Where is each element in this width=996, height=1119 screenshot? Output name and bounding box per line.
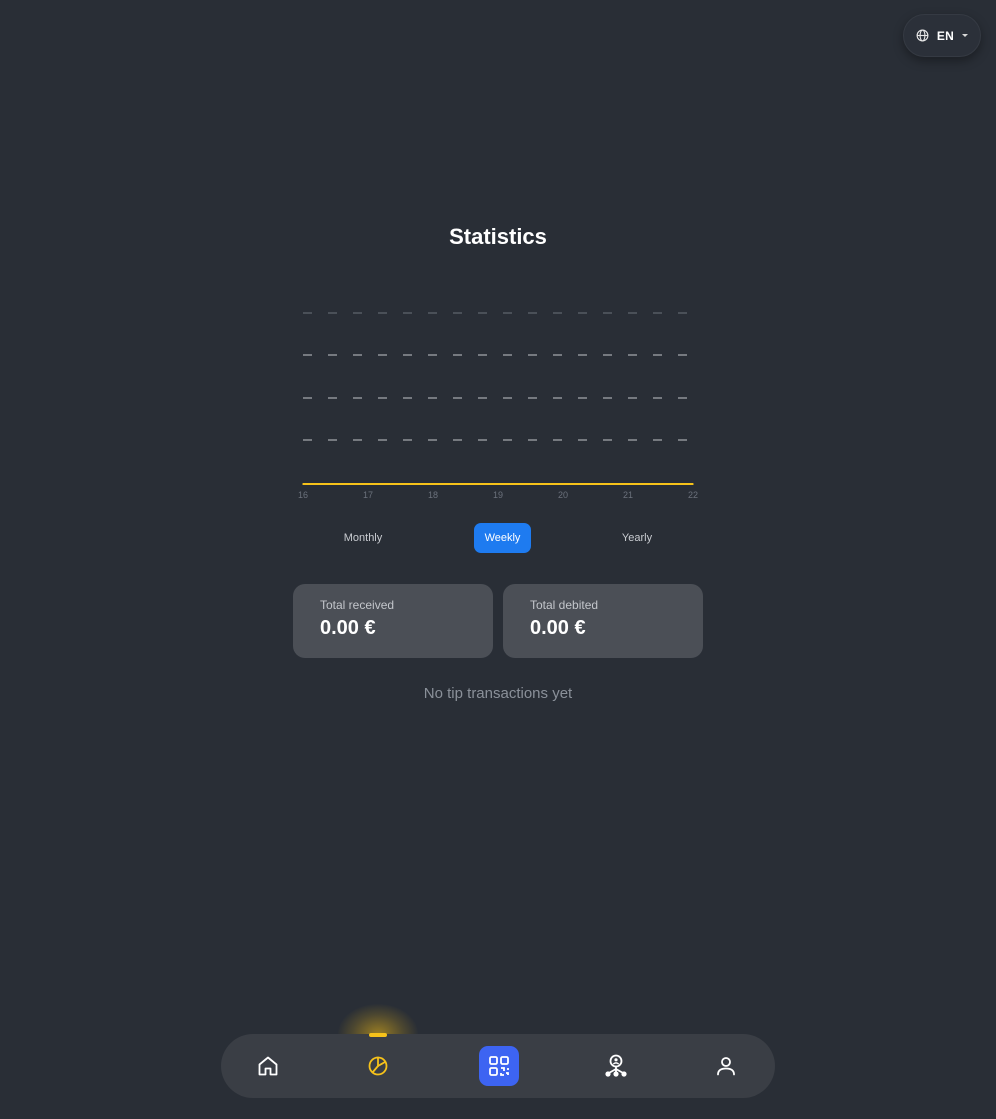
total-debited-label: Total debited xyxy=(530,598,599,612)
x-tick-label: 18 xyxy=(428,490,438,500)
caret-down-icon xyxy=(962,34,969,37)
chart-x-ticks: 16 17 18 19 20 21 22 xyxy=(298,490,698,500)
x-tick-label: 22 xyxy=(688,490,698,500)
statistics-page: EN Statistics 16 17 18 19 20 21 22 Monthly Wee… xyxy=(0,0,996,1119)
home-icon xyxy=(258,1056,278,1076)
total-received-card: Total received 0.00 € xyxy=(293,584,493,658)
empty-state-message: No tip transactions yet xyxy=(423,685,573,702)
chart-series xyxy=(302,483,694,485)
page-title: Statistics xyxy=(449,224,547,249)
nav-statistics[interactable] xyxy=(358,1046,398,1086)
pie-chart-icon xyxy=(368,1056,388,1076)
data-point xyxy=(562,483,564,485)
x-tick-label: 20 xyxy=(558,490,568,500)
data-point xyxy=(367,483,369,485)
tab-yearly[interactable]: Yearly xyxy=(604,523,670,553)
active-tab-indicator xyxy=(369,1033,387,1037)
globe-icon xyxy=(916,29,929,42)
data-point xyxy=(432,483,434,485)
total-debited-value: 0.00 € xyxy=(530,617,586,639)
nav-qr-scanner[interactable] xyxy=(479,1046,519,1086)
tips-chart: 16 17 18 19 20 21 22 xyxy=(290,300,706,510)
total-received-value: 0.00 € xyxy=(320,617,376,639)
chart-canvas: 16 17 18 19 20 21 22 xyxy=(298,312,698,500)
total-debited-card: Total debited 0.00 € xyxy=(503,584,703,658)
period-selector: Monthly Weekly Yearly xyxy=(298,523,698,554)
qr-code-icon xyxy=(489,1056,509,1076)
language-selector[interactable]: EN xyxy=(903,14,981,57)
data-point xyxy=(692,483,694,485)
data-point xyxy=(302,483,304,485)
bottom-navigation xyxy=(221,1034,775,1098)
x-tick-label: 16 xyxy=(298,490,308,500)
data-point xyxy=(627,483,629,485)
user-icon xyxy=(717,1057,735,1076)
tab-monthly[interactable]: Monthly xyxy=(328,523,398,553)
total-received-label: Total received xyxy=(320,598,395,612)
x-tick-label: 19 xyxy=(493,490,503,500)
nav-profile[interactable] xyxy=(706,1046,746,1086)
nav-network[interactable] xyxy=(596,1046,636,1086)
x-tick-label: 17 xyxy=(363,490,373,500)
data-point xyxy=(497,483,499,485)
nav-home[interactable] xyxy=(248,1046,288,1086)
chart-grid xyxy=(303,312,693,441)
tab-weekly[interactable]: Weekly xyxy=(474,523,531,553)
x-tick-label: 21 xyxy=(623,490,633,500)
language-code: EN xyxy=(936,28,955,43)
network-icon xyxy=(605,1054,627,1077)
